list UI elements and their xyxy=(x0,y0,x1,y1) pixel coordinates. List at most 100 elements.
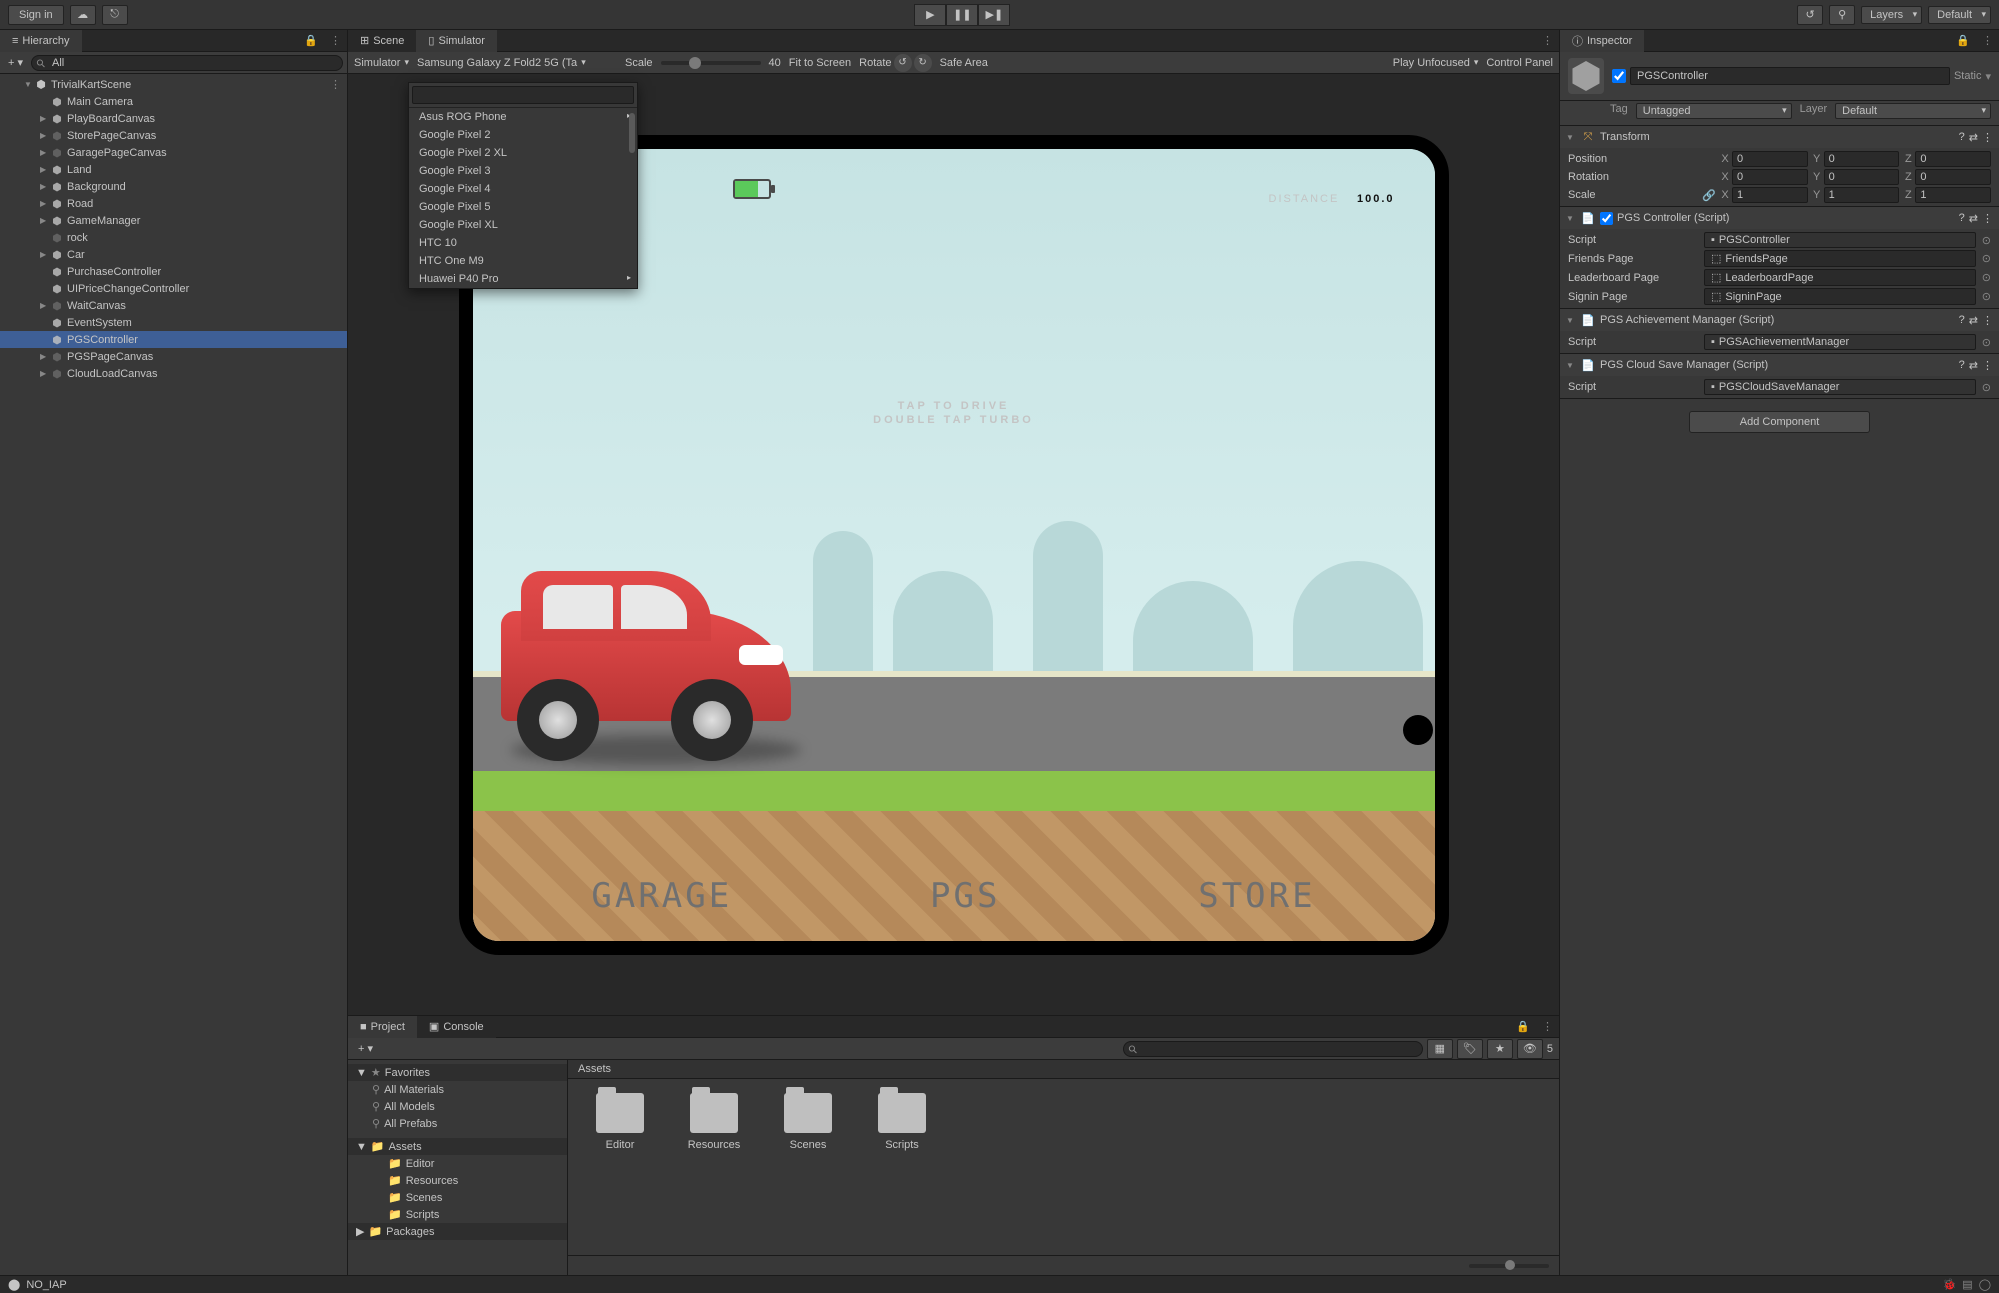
menu-icon[interactable]: ⋮ xyxy=(1976,34,1999,47)
folder-tree-item[interactable]: 📁Scenes xyxy=(348,1189,567,1206)
tag-dropdown[interactable]: Untagged xyxy=(1636,103,1792,119)
scl-z-field[interactable]: 1 xyxy=(1915,187,1991,203)
asset-folder[interactable]: Resources xyxy=(682,1093,746,1151)
menu-icon[interactable]: ⋮ xyxy=(324,34,347,47)
hierarchy-item[interactable]: rock xyxy=(0,229,347,246)
leaderboard-field[interactable]: ⬚LeaderboardPage xyxy=(1704,269,1976,286)
hierarchy-tab[interactable]: ≡ Hierarchy xyxy=(0,30,82,52)
vcs-icon[interactable]: ⎋ xyxy=(102,5,128,25)
achievementmgr-header[interactable]: ▼ 📄 PGS Achievement Manager (Script) ?⇄⋮ xyxy=(1560,309,1999,331)
gameobject-name-field[interactable]: PGSController xyxy=(1630,67,1950,85)
menu-icon[interactable]: ⋮ xyxy=(1982,131,1993,144)
preset-icon[interactable]: ⇄ xyxy=(1969,212,1978,225)
menu-icon[interactable]: ⋮ xyxy=(1982,314,1993,327)
assets-header[interactable]: ▼📁Assets xyxy=(348,1138,567,1155)
autorefresh-icon[interactable]: ▤ xyxy=(1962,1278,1972,1291)
search-by-label-icon[interactable]: 🏷 xyxy=(1457,1039,1483,1059)
hidden-packages-icon[interactable]: 👁 xyxy=(1517,1039,1543,1059)
save-search-icon[interactable]: ★ xyxy=(1487,1039,1513,1059)
search-icon[interactable]: ⚲ xyxy=(1829,5,1855,25)
simulator-mode-dropdown[interactable]: Simulator xyxy=(354,57,409,69)
device-option[interactable]: Huawei P40 Pro xyxy=(409,270,637,288)
hierarchy-item[interactable]: ▶Background xyxy=(0,178,347,195)
pause-button[interactable]: ❚❚ xyxy=(946,4,978,26)
preset-icon[interactable]: ⇄ xyxy=(1969,314,1978,327)
fit-to-screen-button[interactable]: Fit to Screen xyxy=(789,57,851,69)
hierarchy-item[interactable]: ▶PlayBoardCanvas xyxy=(0,110,347,127)
menu-icon[interactable]: ⋮ xyxy=(1982,212,1993,225)
scl-x-field[interactable]: 1 xyxy=(1732,187,1808,203)
static-dropdown[interactable]: ▾ xyxy=(1985,70,1991,83)
folder-tree-item[interactable]: 📁Editor xyxy=(348,1155,567,1172)
hierarchy-item[interactable]: ▶Car xyxy=(0,246,347,263)
scene-root[interactable]: ▼ ⬢ TrivialKartScene ⋮ xyxy=(0,76,347,93)
cloudsavemgr-header[interactable]: ▼ 📄 PGS Cloud Save Manager (Script) ?⇄⋮ xyxy=(1560,354,1999,376)
inspector-tab[interactable]: ⓘ Inspector xyxy=(1560,30,1644,52)
preset-icon[interactable]: ⇄ xyxy=(1969,359,1978,372)
pos-y-field[interactable]: 0 xyxy=(1824,151,1900,167)
search-by-type-icon[interactable]: ▦ xyxy=(1427,1039,1453,1059)
pgscontroller-header[interactable]: ▼ 📄 PGS Controller (Script) ?⇄⋮ xyxy=(1560,207,1999,229)
gameobject-icon[interactable] xyxy=(1568,58,1604,94)
hierarchy-item[interactable]: ▶StorePageCanvas xyxy=(0,127,347,144)
grid-size-slider[interactable] xyxy=(1469,1264,1549,1268)
garage-button[interactable]: GARAGE xyxy=(591,876,732,916)
cloud-icon[interactable]: ☁ xyxy=(70,5,96,25)
control-panel-button[interactable]: Control Panel xyxy=(1486,57,1553,69)
layers-dropdown[interactable]: Layers xyxy=(1861,6,1922,24)
pos-z-field[interactable]: 0 xyxy=(1915,151,1991,167)
hierarchy-item[interactable]: ▶Road xyxy=(0,195,347,212)
hierarchy-item[interactable]: PurchaseController xyxy=(0,263,347,280)
device-dropdown[interactable]: Samsung Galaxy Z Fold2 5G (Ta xyxy=(417,57,617,69)
rot-x-field[interactable]: 0 xyxy=(1732,169,1808,185)
rotate-cw-button[interactable]: ↻ xyxy=(914,54,932,72)
favorites-header[interactable]: ▼★Favorites xyxy=(348,1064,567,1081)
create-dropdown[interactable]: + ▾ xyxy=(4,56,27,69)
breadcrumb[interactable]: Assets xyxy=(568,1060,1559,1079)
asset-folder[interactable]: Editor xyxy=(588,1093,652,1151)
scl-y-field[interactable]: 1 xyxy=(1824,187,1900,203)
step-button[interactable]: ▶❚ xyxy=(978,4,1010,26)
folder-tree-item[interactable]: 📁Scripts xyxy=(348,1206,567,1223)
console-tab[interactable]: ▣ Console xyxy=(417,1016,496,1038)
packages-header[interactable]: ▶📁Packages xyxy=(348,1223,567,1240)
device-search-input[interactable] xyxy=(412,86,634,104)
rot-y-field[interactable]: 0 xyxy=(1824,169,1900,185)
lock-icon[interactable]: 🔒 xyxy=(298,34,324,47)
help-icon[interactable]: ? xyxy=(1959,314,1965,327)
folder-tree-item[interactable]: 📁Resources xyxy=(348,1172,567,1189)
pgs-button[interactable]: PGS xyxy=(930,876,1000,916)
lock-icon[interactable]: 🔒 xyxy=(1510,1020,1536,1033)
bug-icon[interactable]: 🐞 xyxy=(1943,1278,1957,1291)
menu-icon[interactable]: ⋮ xyxy=(1536,1020,1559,1033)
asset-folder[interactable]: Scripts xyxy=(870,1093,934,1151)
scrollbar[interactable] xyxy=(629,105,635,286)
menu-icon[interactable]: ⋮ xyxy=(1536,34,1559,47)
transform-header[interactable]: ▼ ⤧ Transform ?⇄⋮ xyxy=(1560,126,1999,148)
hierarchy-item[interactable]: ▶Land xyxy=(0,161,347,178)
signin-button[interactable]: Sign in xyxy=(8,5,64,25)
object-picker-icon[interactable]: ⊙ xyxy=(1982,290,1991,303)
simulator-tab[interactable]: ▯ Simulator xyxy=(416,30,497,52)
pos-x-field[interactable]: 0 xyxy=(1732,151,1808,167)
scene-tab[interactable]: ⊞ Scene xyxy=(348,30,416,52)
device-option[interactable]: HTC 10 xyxy=(409,234,637,252)
hierarchy-item[interactable]: ▶GaragePageCanvas xyxy=(0,144,347,161)
favorite-item[interactable]: ⚲All Prefabs xyxy=(348,1115,567,1132)
hierarchy-item[interactable]: UIPriceChangeController xyxy=(0,280,347,297)
help-icon[interactable]: ? xyxy=(1959,212,1965,225)
store-button[interactable]: STORE xyxy=(1198,876,1315,916)
project-search[interactable] xyxy=(1123,1041,1423,1057)
component-enabled-checkbox[interactable] xyxy=(1600,212,1613,225)
object-picker-icon[interactable]: ⊙ xyxy=(1982,252,1991,265)
device-option[interactable]: Google Pixel 2 xyxy=(409,126,637,144)
rot-z-field[interactable]: 0 xyxy=(1915,169,1991,185)
favorite-item[interactable]: ⚲All Models xyxy=(348,1098,567,1115)
play-unfocused-dropdown[interactable]: Play Unfocused xyxy=(1393,57,1479,69)
error-icon[interactable]: ⬤ xyxy=(8,1278,20,1291)
play-button[interactable]: ▶ xyxy=(914,4,946,26)
preset-icon[interactable]: ⇄ xyxy=(1969,131,1978,144)
object-picker-icon[interactable]: ⊙ xyxy=(1982,234,1991,247)
friends-field[interactable]: ⬚FriendsPage xyxy=(1704,250,1976,267)
device-option[interactable]: Google Pixel 2 XL xyxy=(409,144,637,162)
